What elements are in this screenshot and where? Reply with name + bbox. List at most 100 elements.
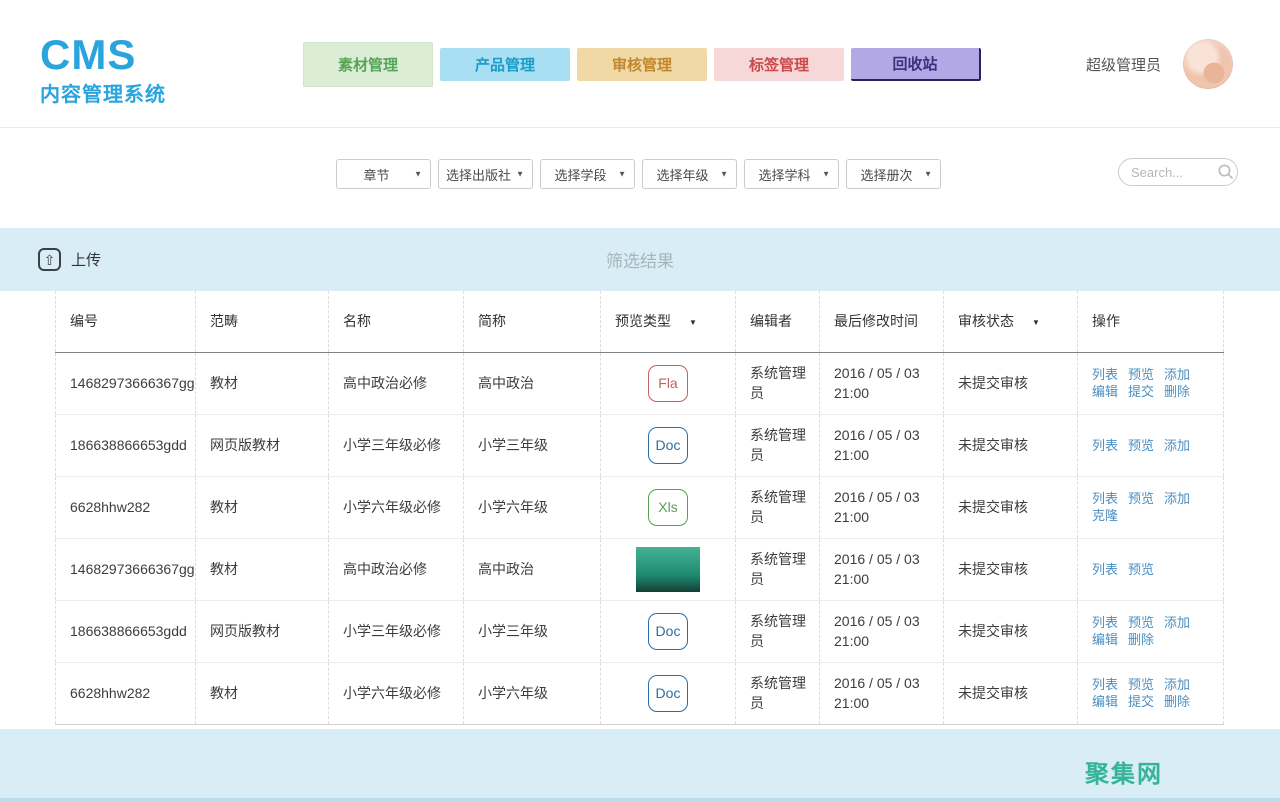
cell-preview: [601, 538, 736, 600]
sort-caret-icon[interactable]: ▼: [1032, 318, 1040, 327]
cell-id: 186638866653gdd: [56, 414, 196, 476]
cell-category: 教材: [196, 476, 329, 538]
dropdown-publisher[interactable]: 选择出版社▼: [438, 159, 533, 189]
action-preview-link[interactable]: 预览: [1128, 615, 1154, 630]
dropdown-label: 选择出版社: [446, 165, 511, 184]
col-header-preview-type[interactable]: 预览类型▼: [601, 291, 736, 352]
tab-label: 素材管理: [338, 54, 398, 75]
chevron-down-icon: ▼: [924, 170, 932, 179]
action-edit-link[interactable]: 编辑: [1092, 384, 1118, 399]
chevron-down-icon: ▼: [720, 170, 728, 179]
cell-short-name: 高中政治: [464, 352, 601, 414]
col-header-editor: 编辑者: [736, 291, 820, 352]
cell-modified-time: 2016 / 05 / 0321:00: [820, 476, 944, 538]
main-nav: 素材管理 产品管理 审核管理 标签管理 回收站: [303, 0, 981, 128]
preview-type-badge: Doc: [648, 427, 688, 464]
action-list-link[interactable]: 列表: [1092, 438, 1118, 453]
cell-actions: 列表预览添加编辑提交删除: [1078, 352, 1224, 414]
action-delete-link[interactable]: 删除: [1164, 694, 1190, 709]
action-list-link[interactable]: 列表: [1092, 615, 1118, 630]
preview-thumbnail-image[interactable]: [636, 547, 700, 592]
cell-short-name: 小学三年级: [464, 600, 601, 662]
action-delete-link[interactable]: 删除: [1164, 384, 1190, 399]
dropdown-label: 选择学科: [758, 165, 810, 184]
tab-review-management[interactable]: 审核管理: [577, 48, 707, 81]
dropdown-subject[interactable]: 选择学科 ▼: [744, 159, 839, 189]
tab-label: 回收站: [892, 53, 937, 74]
cell-review-status: 未提交审核: [944, 414, 1078, 476]
cell-review-status: 未提交审核: [944, 600, 1078, 662]
sort-caret-icon[interactable]: ▼: [689, 318, 697, 327]
modified-date: 2016 / 05 / 03: [834, 363, 943, 383]
upload-button[interactable]: ⇧ 上传: [38, 248, 101, 271]
user-name: 超级管理员: [1086, 54, 1161, 75]
modified-hour: 21:00: [834, 507, 943, 527]
table-row: 6628hhw282教材小学六年级必修小学六年级Xls系统管理员2016 / 0…: [56, 476, 1224, 538]
modified-date: 2016 / 05 / 03: [834, 425, 943, 445]
cell-category: 网页版教材: [196, 414, 329, 476]
cell-short-name: 小学三年级: [464, 414, 601, 476]
dropdown-volume[interactable]: 选择册次▼: [846, 159, 941, 189]
table-header-row: 编号 范畴 名称 简称 预览类型▼ 编辑者 最后修改时间 审核状态▼ 操作: [56, 291, 1224, 352]
table-row: 6628hhw282教材小学六年级必修小学六年级Doc系统管理员2016 / 0…: [56, 662, 1224, 724]
tab-material-management[interactable]: 素材管理: [303, 42, 433, 87]
chevron-down-icon: ▼: [414, 170, 422, 179]
col-header-modified-time: 最后修改时间: [820, 291, 944, 352]
preview-type-badge: Fla: [648, 365, 688, 402]
tab-recycle-bin[interactable]: 回收站: [851, 48, 981, 81]
toolbar-band: ⇧ 上传 筛选结果: [0, 228, 1280, 291]
cell-category: 教材: [196, 662, 329, 724]
action-preview-link[interactable]: 预览: [1128, 677, 1154, 692]
user-avatar[interactable]: [1183, 39, 1233, 89]
action-add-link[interactable]: 添加: [1164, 491, 1190, 506]
cell-name: 小学六年级必修: [329, 476, 464, 538]
cell-preview: Xls: [601, 476, 736, 538]
cell-id: 6628hhw282: [56, 476, 196, 538]
tab-label-management[interactable]: 标签管理: [714, 48, 844, 81]
dropdown-grade[interactable]: 选择年级 ▼: [642, 159, 737, 189]
action-delete-link[interactable]: 删除: [1128, 632, 1154, 647]
table-row: 14682973666367gg教材高中政治必修高中政治系统管理员2016 / …: [56, 538, 1224, 600]
col-header-actions: 操作: [1078, 291, 1224, 352]
search-input[interactable]: [1131, 165, 1217, 180]
action-clone-link[interactable]: 克隆: [1092, 508, 1118, 523]
table-body: 14682973666367gg教材高中政治必修高中政治Fla系统管理员2016…: [56, 352, 1224, 724]
action-list-link[interactable]: 列表: [1092, 367, 1118, 382]
cell-review-status: 未提交审核: [944, 476, 1078, 538]
action-preview-link[interactable]: 预览: [1128, 562, 1154, 577]
chevron-down-icon: ▼: [618, 170, 626, 179]
action-edit-link[interactable]: 编辑: [1092, 694, 1118, 709]
dropdown-stage[interactable]: 选择学段▼: [540, 159, 635, 189]
action-submit-link[interactable]: 提交: [1128, 384, 1154, 399]
action-edit-link[interactable]: 编辑: [1092, 632, 1118, 647]
cell-id: 186638866653gdd: [56, 600, 196, 662]
modified-hour: 21:00: [834, 383, 943, 403]
tab-label: 审核管理: [612, 54, 672, 75]
chevron-down-icon: ▼: [822, 170, 830, 179]
cell-id: 14682973666367gg: [56, 352, 196, 414]
action-add-link[interactable]: 添加: [1164, 615, 1190, 630]
cell-editor: 系统管理员: [736, 414, 820, 476]
cell-modified-time: 2016 / 05 / 0321:00: [820, 662, 944, 724]
action-preview-link[interactable]: 预览: [1128, 438, 1154, 453]
cell-editor: 系统管理员: [736, 352, 820, 414]
action-add-link[interactable]: 添加: [1164, 677, 1190, 692]
action-list-link[interactable]: 列表: [1092, 491, 1118, 506]
action-preview-link[interactable]: 预览: [1128, 491, 1154, 506]
dropdown-label: 选择年级: [656, 165, 708, 184]
action-add-link[interactable]: 添加: [1164, 367, 1190, 382]
modified-date: 2016 / 05 / 03: [834, 611, 943, 631]
action-submit-link[interactable]: 提交: [1128, 694, 1154, 709]
cell-preview: Doc: [601, 414, 736, 476]
action-preview-link[interactable]: 预览: [1128, 367, 1154, 382]
tab-product-management[interactable]: 产品管理: [440, 48, 570, 81]
dropdown-chapter[interactable]: 章节▼: [336, 159, 431, 189]
action-list-link[interactable]: 列表: [1092, 677, 1118, 692]
col-header-category: 范畴: [196, 291, 329, 352]
col-header-review-status[interactable]: 审核状态▼: [944, 291, 1078, 352]
user-box: 超级管理员: [1086, 0, 1233, 128]
action-add-link[interactable]: 添加: [1164, 438, 1190, 453]
search-icon[interactable]: [1217, 163, 1235, 181]
header: CMS 内容管理系统 素材管理 产品管理 审核管理 标签管理 回收站 超级管理员: [0, 0, 1280, 128]
action-list-link[interactable]: 列表: [1092, 562, 1118, 577]
